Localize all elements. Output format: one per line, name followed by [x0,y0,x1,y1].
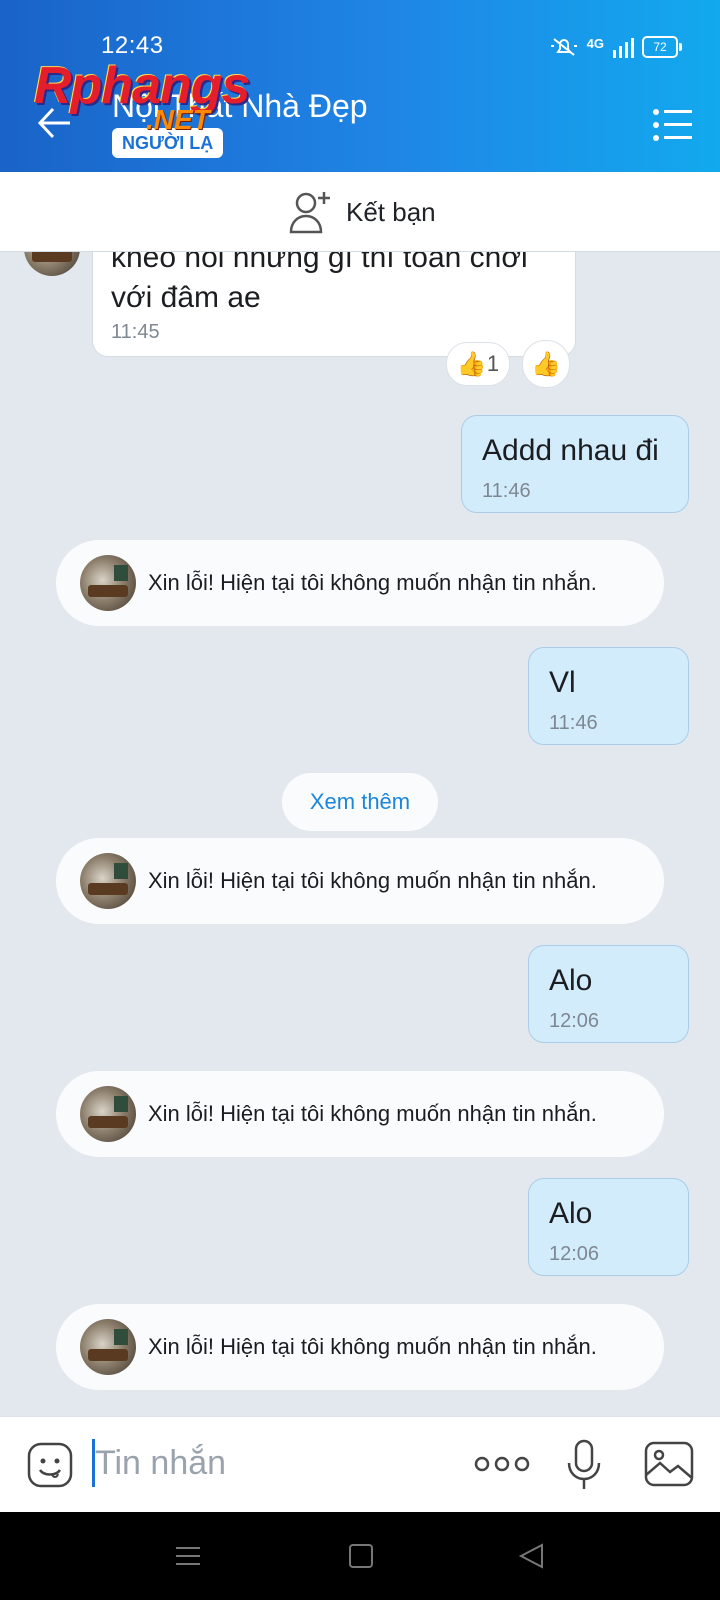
message-input-bar [0,1416,720,1513]
auto-reply-text: Xin lỗi! Hiện tại tôi không muốn nhận ti… [148,868,597,893]
message-time: 12:06 [549,1010,600,1032]
message-input[interactable] [95,1439,445,1487]
auto-reply-text: Xin lỗi! Hiện tại tôi không muốn nhận ti… [148,1101,597,1126]
auto-reply-message: Xin lỗi! Hiện tại tôi không muốn nhận ti… [56,838,664,924]
react-button[interactable]: 👍 [522,340,570,388]
message-text: Alo [549,964,593,997]
emoji-icon[interactable] [26,1441,74,1489]
sender-avatar[interactable] [80,1319,136,1375]
battery-icon: 72 [642,36,682,58]
status-icons: 4G 72 [549,34,682,60]
add-friend-button[interactable]: Kết bạn [288,190,436,234]
watermark-logo: Rphangs [34,57,250,115]
message-text: Vl [549,666,576,699]
sender-avatar[interactable] [80,853,136,909]
add-friend-label: Kết bạn [346,196,436,227]
network-type: 4G [586,35,604,51]
outgoing-message[interactable]: Alo 12:06 [528,1178,689,1276]
message-text: với đâm ae [111,281,261,314]
sender-avatar[interactable] [80,555,136,611]
thumbs-up-icon: 👍 [456,350,487,378]
message-time: 11:45 [111,321,160,343]
image-icon[interactable] [644,1441,694,1487]
thumbs-up-icon: 👍 [531,350,561,378]
message-text: Addd nhau đi [482,434,659,467]
mute-bell-icon [550,38,577,56]
system-nav-bar [0,1512,720,1600]
back-nav-icon[interactable] [518,1542,544,1570]
reaction-count: 1 [486,351,500,376]
sender-avatar[interactable] [80,1086,136,1142]
recent-apps-icon[interactable] [174,1542,202,1570]
see-more-button[interactable]: Xem thêm [282,773,438,831]
watermark-suffix: .NET [146,104,210,135]
outgoing-message[interactable]: Addd nhau đi 11:46 [461,415,689,513]
auto-reply-message: Xin lỗi! Hiện tại tôi không muốn nhận ti… [56,540,664,626]
auto-reply-text: Xin lỗi! Hiện tại tôi không muốn nhận ti… [148,570,597,595]
auto-reply-message: Xin lỗi! Hiện tại tôi không muốn nhận ti… [56,1304,664,1390]
more-dots-icon[interactable] [474,1453,530,1475]
auto-reply-message: Xin lỗi! Hiện tại tôi không muốn nhận ti… [56,1071,664,1157]
home-icon[interactable] [348,1542,374,1570]
microphone-icon[interactable] [566,1439,602,1491]
message-text: Alo [549,1197,593,1230]
chat-header: 12:43 4G 72 Nội Thất Nhà Đẹp NGƯỜI LẠ Rp… [0,0,720,172]
menu-list-icon[interactable] [652,108,692,142]
reaction-summary[interactable]: 👍 1 [446,342,510,386]
message-time: 11:46 [549,712,598,734]
outgoing-message[interactable]: Vl 11:46 [528,647,689,745]
signal-icon [613,38,634,58]
message-time: 12:06 [549,1243,600,1265]
auto-reply-text: Xin lỗi! Hiện tại tôi không muốn nhận ti… [148,1334,597,1359]
message-time: 11:46 [482,480,531,502]
outgoing-message[interactable]: Alo 12:06 [528,945,689,1043]
add-friend-icon [289,192,330,234]
add-friend-bar-overlay: Kết bạn [0,172,720,252]
